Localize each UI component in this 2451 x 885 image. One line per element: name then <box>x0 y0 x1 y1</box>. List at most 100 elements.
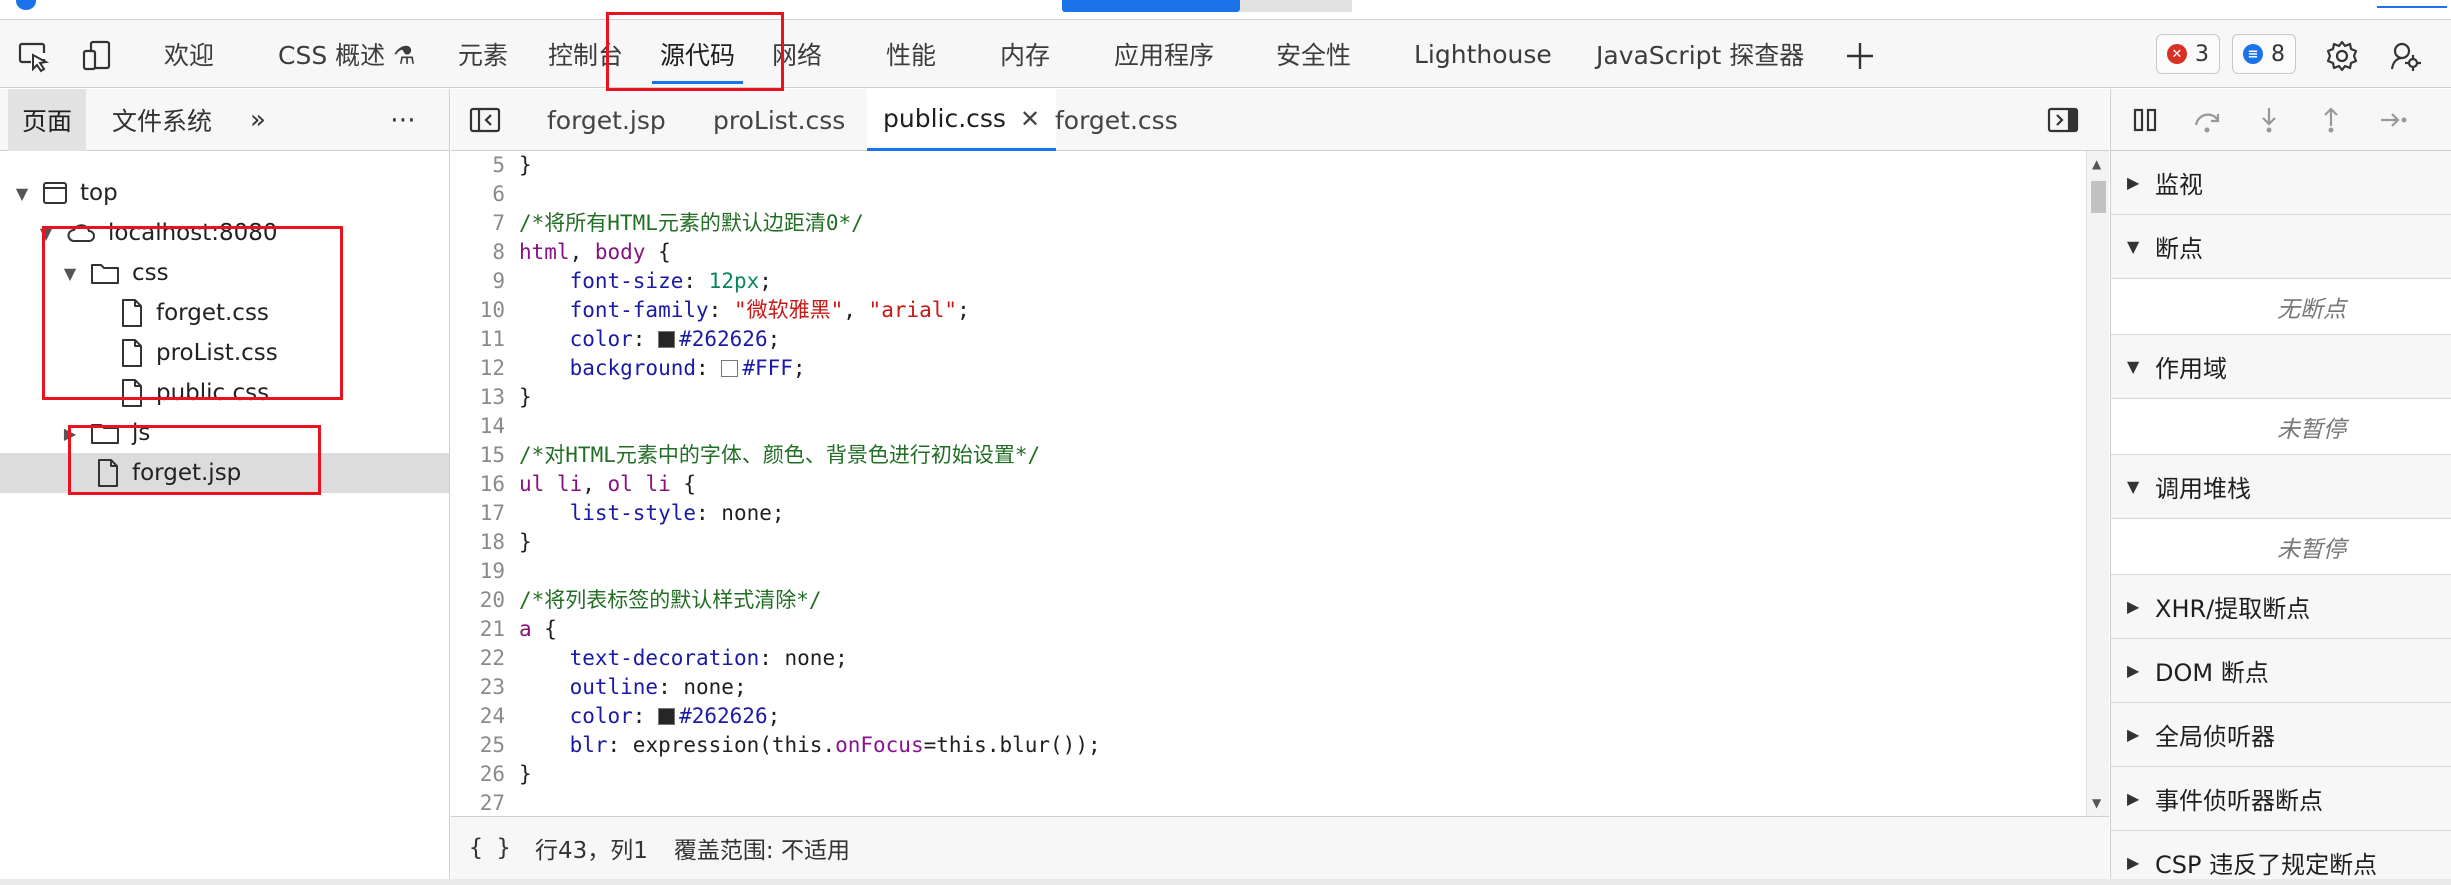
tab-filesystem[interactable]: 文件系统 <box>98 89 226 151</box>
tab-page[interactable]: 页面 <box>8 89 87 151</box>
code-line[interactable]: 23 outline: none; <box>451 673 2086 702</box>
step-icon[interactable] <box>2375 102 2411 138</box>
customize-devtools-icon[interactable] <box>2388 38 2424 74</box>
line-number[interactable]: 17 <box>451 499 519 528</box>
code-line[interactable]: 10 font-family: "微软雅黑", "arial"; <box>451 296 2086 325</box>
inspect-element-icon[interactable] <box>16 38 52 74</box>
step-out-icon[interactable] <box>2313 102 2349 138</box>
close-tab-icon[interactable]: ✕ <box>1020 105 1040 133</box>
editor-tab-forget-css[interactable]: forget.css <box>1039 89 1194 151</box>
errors-badge[interactable]: ✕ 3 <box>2156 34 2220 74</box>
code-line[interactable]: 20/*将列表标签的默认样式清除*/ <box>451 586 2086 615</box>
code-line[interactable]: 26} <box>451 760 2086 789</box>
line-number[interactable]: 25 <box>451 731 519 760</box>
line-number[interactable]: 18 <box>451 528 519 557</box>
code-line[interactable]: 27 <box>451 789 2086 816</box>
step-into-icon[interactable] <box>2251 102 2287 138</box>
line-number[interactable]: 11 <box>451 325 519 354</box>
code-line[interactable]: 7/*将所有HTML元素的默认边距清0*/ <box>451 209 2086 238</box>
line-number[interactable]: 12 <box>451 354 519 383</box>
more-tabs-chevron-icon[interactable]: » <box>236 89 280 151</box>
color-swatch[interactable] <box>658 331 676 348</box>
editor-tab-prolist-css[interactable]: proList.css <box>697 89 861 151</box>
tab-elements[interactable]: 元素 <box>440 20 526 88</box>
editor-tab-forget-jsp[interactable]: forget.jsp <box>531 89 682 151</box>
code-line[interactable]: 14 <box>451 412 2086 441</box>
color-swatch[interactable] <box>658 708 676 725</box>
line-number[interactable]: 6 <box>451 180 519 209</box>
scroll-thumb[interactable] <box>2091 181 2106 213</box>
line-number[interactable]: 15 <box>451 441 519 470</box>
settings-gear-icon[interactable] <box>2324 38 2360 74</box>
line-number[interactable]: 27 <box>451 789 519 816</box>
page-secondary-button[interactable] <box>1240 0 1352 12</box>
page-link[interactable] <box>2377 0 2447 8</box>
toggle-debugger-icon[interactable] <box>2037 89 2089 151</box>
pane-header[interactable]: ▼ 调用堆栈 <box>2111 455 2451 519</box>
line-number[interactable]: 22 <box>451 644 519 673</box>
pretty-print-button[interactable]: { } <box>469 835 513 861</box>
more-options-icon[interactable]: ⋯ <box>376 89 432 151</box>
pane-header[interactable]: ▼ 断点 <box>2111 215 2451 279</box>
code-area[interactable]: 5} 6 7/*将所有HTML元素的默认边距清0*/8 html, body {9 f… <box>451 151 2086 816</box>
tab-javascript-profiler[interactable]: JavaScript 探查器 <box>1578 20 1822 88</box>
code-line[interactable]: 13} <box>451 383 2086 412</box>
toggle-navigator-icon[interactable] <box>459 89 511 151</box>
pane-header[interactable]: ▼ 作用域 <box>2111 335 2451 399</box>
editor-scrollbar[interactable]: ▲ ▼ <box>2086 151 2109 816</box>
code-line[interactable]: 9 font-size: 12px; <box>451 267 2086 296</box>
pane-header[interactable]: ▶ 事件侦听器断点 <box>2111 767 2451 831</box>
tab-application[interactable]: 应用程序 <box>1096 20 1232 88</box>
code-line[interactable]: 18} <box>451 528 2086 557</box>
line-number[interactable]: 14 <box>451 412 519 441</box>
line-number[interactable]: 13 <box>451 383 519 412</box>
code-line[interactable]: 6 <box>451 180 2086 209</box>
page-primary-button[interactable] <box>1062 0 1240 12</box>
code-line[interactable]: 11 color: #262626; <box>451 325 2086 354</box>
line-number[interactable]: 23 <box>451 673 519 702</box>
code-line[interactable]: 5} <box>451 151 2086 180</box>
editor-tab-public-css[interactable]: public.css ✕ <box>867 89 1057 151</box>
code-line[interactable]: 8 html, body { <box>451 238 2086 267</box>
line-number[interactable]: 26 <box>451 760 519 789</box>
line-number[interactable]: 5 <box>451 151 519 180</box>
code-line[interactable]: 24 color: #262626; <box>451 702 2086 731</box>
line-number[interactable]: 24 <box>451 702 519 731</box>
tab-performance[interactable]: 性能 <box>868 20 954 88</box>
more-tools-plus-icon[interactable] <box>1842 38 1878 74</box>
code-line[interactable]: 12 background: #FFF; <box>451 354 2086 383</box>
line-number[interactable]: 10 <box>451 296 519 325</box>
line-number[interactable]: 9 <box>451 267 519 296</box>
pane-header[interactable]: ▶ XHR/提取断点 <box>2111 575 2451 639</box>
code-line[interactable]: 17 list-style: none; <box>451 499 2086 528</box>
tab-css-overview[interactable]: CSS 概述 ⚗ <box>260 20 434 88</box>
pane-header[interactable]: ▶ 全局侦听器 <box>2111 703 2451 767</box>
tree-item-top[interactable]: ▼ top <box>0 173 449 213</box>
tab-welcome[interactable]: 欢迎 <box>146 20 232 88</box>
code-line[interactable]: 22 text-decoration: none; <box>451 644 2086 673</box>
tab-lighthouse[interactable]: Lighthouse <box>1396 20 1570 88</box>
device-emulation-icon[interactable] <box>80 38 116 74</box>
line-number[interactable]: 16 <box>451 470 519 499</box>
line-number[interactable]: 20 <box>451 586 519 615</box>
code-line[interactable]: 19 <box>451 557 2086 586</box>
pane-header[interactable]: ▶ DOM 断点 <box>2111 639 2451 703</box>
code-line[interactable]: 21 a { <box>451 615 2086 644</box>
line-number[interactable]: 8 <box>451 238 519 267</box>
tab-security[interactable]: 安全性 <box>1258 20 1369 88</box>
line-number[interactable]: 19 <box>451 557 519 586</box>
pane-header[interactable]: ▶ 监视 <box>2111 151 2451 215</box>
code-line[interactable]: 15/*对HTML元素中的字体、颜色、背景色进行初始设置*/ <box>451 441 2086 470</box>
code-line[interactable]: 25 blr: expression(this.onFocus=this.blu… <box>451 731 2086 760</box>
messages-badge[interactable]: ≡ 8 <box>2232 34 2296 74</box>
pane-header[interactable]: ▶ CSP 违反了规定断点 <box>2111 831 2451 885</box>
step-over-icon[interactable] <box>2189 102 2225 138</box>
tab-memory[interactable]: 内存 <box>982 20 1068 88</box>
scroll-up-icon[interactable]: ▲ <box>2092 157 2101 171</box>
line-number[interactable]: 21 <box>451 615 519 644</box>
line-number[interactable]: 7 <box>451 209 519 238</box>
code-line[interactable]: 16 ul li, ol li { <box>451 470 2086 499</box>
pause-icon[interactable] <box>2127 102 2163 138</box>
scroll-down-icon[interactable]: ▼ <box>2092 796 2101 810</box>
color-swatch[interactable] <box>721 360 739 377</box>
